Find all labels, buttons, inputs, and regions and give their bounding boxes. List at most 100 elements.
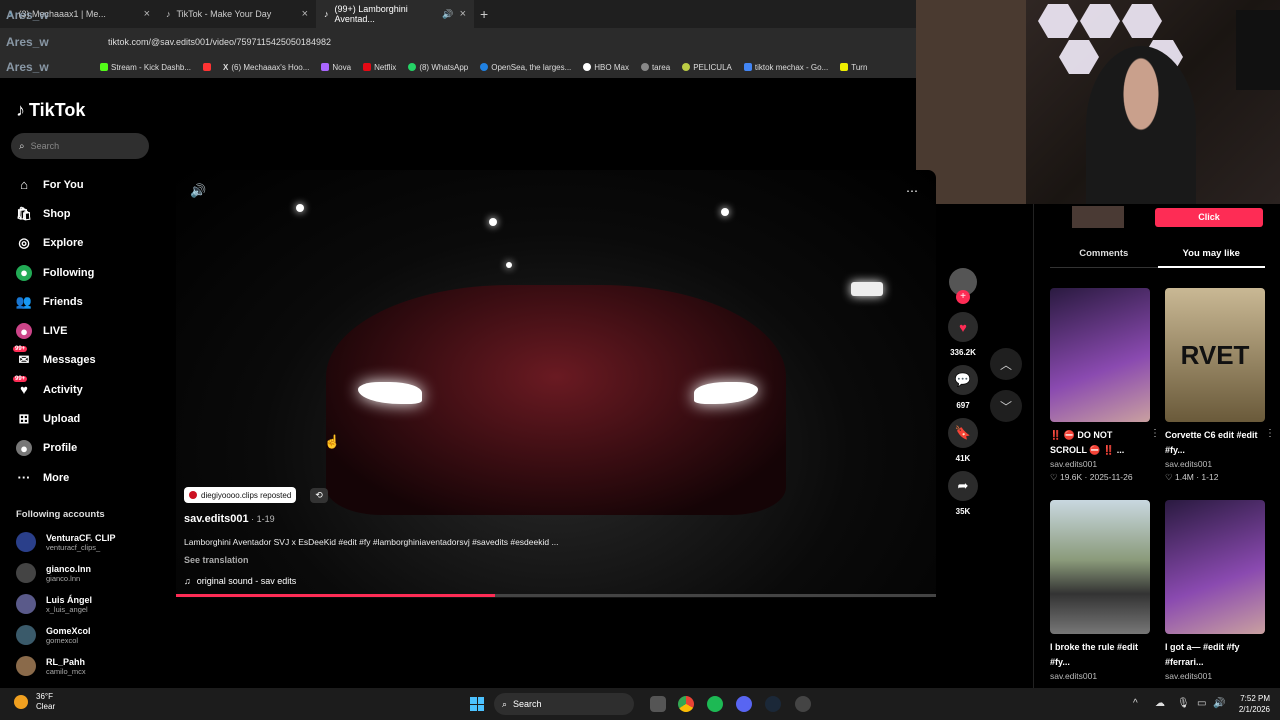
bookmark-item[interactable]	[203, 63, 212, 71]
watermark-text: Ares_w	[6, 60, 49, 74]
panel-tabs: Comments You may like	[1050, 248, 1265, 268]
following-account[interactable]: RL_Pahh camilo_mcx	[16, 656, 86, 676]
bookmark-item[interactable]: OpenSea, the larges...	[480, 63, 571, 72]
discord-icon[interactable]	[736, 696, 752, 712]
display-icon[interactable]: ▭	[1197, 698, 1206, 709]
sidebar-item-upload[interactable]: ⊞ Upload	[16, 404, 96, 433]
search-input[interactable]: ⌕ Search	[11, 133, 149, 159]
new-tab-button[interactable]: +	[480, 6, 488, 22]
bookmark-item[interactable]: tiktok mechax - Go...	[743, 63, 828, 72]
windows-start-icon[interactable]	[470, 697, 484, 711]
follow-plus-icon[interactable]: +	[956, 290, 970, 304]
video-player[interactable]	[176, 170, 936, 598]
chrome-icon[interactable]	[678, 696, 694, 712]
hexagon-light	[1038, 4, 1078, 38]
ceiling-light	[296, 204, 304, 212]
previous-video-button[interactable]: ︿	[990, 348, 1022, 380]
weather-widget[interactable]: 36°F Clear	[14, 692, 55, 712]
bookmark-item[interactable]: PELICULA	[682, 63, 732, 72]
volume-icon[interactable]: 🔊	[1213, 698, 1225, 709]
volume-icon[interactable]: 🔊	[190, 183, 206, 199]
bookmark-item[interactable]: X (6) Mechaaax's Hoo...	[223, 63, 309, 72]
tab-close-icon[interactable]: ×	[302, 8, 308, 20]
video-sound[interactable]: ♫ original sound - sav edits	[184, 576, 296, 586]
upload-icon: ⊞	[18, 411, 30, 427]
spotify-icon[interactable]	[707, 696, 723, 712]
sidebar-item-messages[interactable]: ✉ 99+ Messages	[13, 346, 96, 375]
ceiling-light	[506, 262, 512, 268]
share-count: 35K	[955, 507, 971, 516]
sidebar-item-profile[interactable]: ● Profile	[16, 434, 96, 463]
bookmark-item[interactable]: Turn	[840, 63, 867, 72]
taskbar-search[interactable]: ⌕ Search	[494, 693, 634, 715]
task-view-icon[interactable]	[650, 696, 666, 712]
streamer	[1086, 46, 1196, 204]
sidebar-item-for-you[interactable]: ⌂ For You	[16, 170, 96, 199]
friends-icon: 👥	[15, 293, 33, 309]
monitor	[1236, 10, 1280, 90]
following-account[interactable]: gianco.lnn gianco.lnn	[16, 563, 91, 583]
bookmark-item[interactable]: (8) WhatsApp	[408, 63, 468, 72]
see-translation-link[interactable]: See translation	[184, 555, 249, 565]
chevron-up-icon: ︿	[999, 357, 1012, 372]
steam-icon[interactable]	[765, 696, 781, 712]
share-icon: ➦	[948, 471, 978, 501]
kebab-menu-icon[interactable]: ⋮	[1265, 428, 1275, 439]
video-progress-bar[interactable]	[176, 594, 936, 597]
address-bar[interactable]: tiktok.com/@sav.edits001/video/759711542…	[0, 28, 916, 56]
bookmark-item[interactable]: Stream - Kick Dashb...	[100, 63, 191, 72]
avatar	[16, 563, 36, 583]
pelicula-icon	[682, 63, 691, 71]
microphone-icon[interactable]: 🎙	[1177, 698, 1190, 709]
tab-close-icon[interactable]: ×	[460, 8, 466, 20]
sidebar-item-more[interactable]: ··· More	[16, 463, 96, 492]
following-account[interactable]: Luis Ángel x_luis_angel	[16, 594, 92, 614]
share-button[interactable]: ➦ 35K	[948, 471, 978, 516]
browser-tab-3[interactable]: ♪ (99+) Lamborghini Aventad... 🔊 ×	[316, 0, 474, 28]
bookmark-item[interactable]: Netflix	[363, 63, 396, 72]
kebab-menu-icon[interactable]: ⋮	[1150, 428, 1160, 439]
video-author[interactable]: sav.edits001 · 1-19	[184, 513, 275, 525]
tab-close-icon[interactable]: ×	[144, 8, 150, 20]
drive-icon	[743, 63, 752, 71]
sidebar-item-live[interactable]: ● LIVE	[16, 316, 96, 345]
repost-icon[interactable]: ⟲	[310, 488, 328, 503]
url-text[interactable]: tiktok.com/@sav.edits001/video/759711542…	[108, 37, 331, 47]
sidebar-item-following[interactable]: ● Following	[16, 258, 96, 287]
save-button[interactable]: 🔖 41K	[948, 418, 978, 463]
creator-avatar[interactable]: +	[949, 268, 977, 304]
following-account[interactable]: GomeXcol gomexcol	[16, 625, 91, 645]
browser-tab-2[interactable]: ♪ TikTok - Make Your Day ×	[158, 0, 316, 28]
music-note-icon: ♫	[184, 576, 191, 586]
video-date: · 1-19	[248, 514, 275, 524]
more-options-icon[interactable]: ⋯	[906, 184, 918, 198]
suggested-video-card[interactable]: I broke the rule #edit #fy... sav.edits0…	[1050, 500, 1150, 681]
like-button[interactable]: ♥ 336.2K	[948, 312, 978, 357]
comment-button[interactable]: 💬 697	[948, 365, 978, 410]
bookmark-item[interactable]: HBO Max	[583, 63, 629, 72]
clock[interactable]: 7:52 PM 2/1/2026	[1239, 693, 1270, 715]
tab-you-may-like[interactable]: You may like	[1157, 248, 1265, 268]
suggested-video-card[interactable]: ‼️ ⛔ DO NOT SCROLL ⛔ ‼️ ... sav.edits001…	[1050, 288, 1160, 483]
next-video-button[interactable]: ﹀	[990, 390, 1022, 422]
network-icon[interactable]: ☁	[1155, 698, 1165, 709]
youtube-icon	[203, 63, 212, 71]
click-button[interactable]: Click	[1155, 208, 1263, 227]
tiktok-logo[interactable]: ♪ TikTok	[16, 100, 85, 121]
bookmark-item[interactable]: tarea	[640, 63, 670, 72]
sidebar-item-shop[interactable]: 🛍 Shop	[16, 199, 96, 228]
settings-icon[interactable]	[795, 696, 811, 712]
chevron-up-icon[interactable]: ^	[1133, 698, 1138, 709]
sidebar-item-friends[interactable]: 👥 Friends	[16, 287, 96, 316]
sidebar-item-explore[interactable]: ◎ Explore	[16, 229, 96, 258]
video-thumbnail: RVET	[1165, 288, 1265, 422]
bookmark-item[interactable]: Nova	[321, 63, 351, 72]
suggested-video-card[interactable]: I got a— #edit #fy #ferrari... sav.edits…	[1165, 500, 1265, 681]
tab-comments[interactable]: Comments	[1050, 248, 1158, 268]
repost-badge[interactable]: diegiyoooo.clips reposted	[184, 487, 297, 503]
suggested-video-card[interactable]: RVET Corvette C6 edit #edit #fy... sav.e…	[1165, 288, 1275, 483]
speaker-icon[interactable]: 🔊	[442, 9, 453, 20]
following-account[interactable]: VenturaCF. CLIP venturacf_clips_	[16, 532, 116, 552]
sidebar-item-activity[interactable]: ♥ 99+ Activity	[13, 375, 96, 404]
like-count: 336.2K	[950, 348, 976, 357]
